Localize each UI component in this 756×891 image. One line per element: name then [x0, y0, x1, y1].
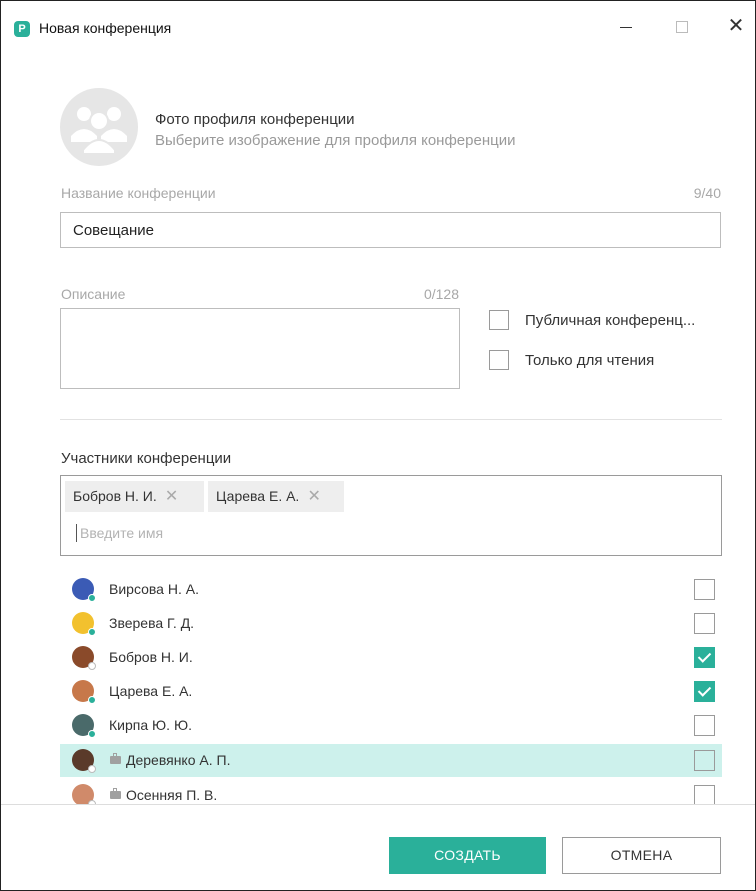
- contact-select-checkbox[interactable]: [694, 613, 715, 634]
- contact-row[interactable]: Вирсова Н. А.: [60, 573, 722, 606]
- minimize-button[interactable]: [611, 16, 641, 36]
- briefcase-icon: [110, 788, 121, 799]
- description-textarea[interactable]: [60, 308, 460, 389]
- readonly-checkbox[interactable]: [489, 350, 509, 370]
- briefcase-icon: [110, 753, 121, 764]
- contact-row[interactable]: Царева Е. А.: [60, 675, 722, 708]
- remove-chip-icon[interactable]: ✕: [303, 481, 325, 512]
- contact-name: Бобров Н. И.: [109, 649, 193, 665]
- minimize-icon: [620, 26, 632, 28]
- description-field-label: Описание: [61, 286, 126, 302]
- contact-name: Зверева Г. Д.: [109, 615, 195, 631]
- contact-name: Осенняя П. В.: [126, 787, 218, 803]
- participant-chip[interactable]: Бобров Н. И. ✕: [65, 481, 204, 512]
- contact-select-checkbox[interactable]: [694, 750, 715, 771]
- photo-section-title[interactable]: Фото профиля конференции: [155, 111, 355, 128]
- cancel-button[interactable]: ОТМЕНА: [562, 837, 721, 874]
- participants-title: Участники конференции: [61, 450, 232, 467]
- contact-select-checkbox[interactable]: [694, 579, 715, 600]
- remove-chip-icon[interactable]: ✕: [161, 481, 183, 512]
- contact-row[interactable]: Деревянко А. П.: [60, 744, 722, 777]
- contact-select-checkbox[interactable]: [694, 715, 715, 736]
- contact-select-checkbox[interactable]: [694, 681, 715, 702]
- presence-status-icon: [88, 696, 96, 704]
- contact-row[interactable]: Бобров Н. И.: [60, 641, 722, 674]
- participant-chip[interactable]: Царева Е. А. ✕: [208, 481, 344, 512]
- window-title: Новая конференция: [39, 20, 172, 36]
- presence-status-icon: [88, 730, 96, 738]
- readonly-label[interactable]: Только для чтения: [525, 352, 654, 369]
- presence-status-icon: [88, 765, 96, 773]
- maximize-icon: [676, 21, 688, 34]
- new-conference-dialog: P Новая конференция ✕ Фото профиля конфе…: [0, 0, 756, 891]
- app-logo-icon: P: [14, 21, 30, 37]
- public-conference-label[interactable]: Публичная конференц...: [525, 312, 695, 329]
- contact-name: Царева Е. А.: [109, 683, 193, 699]
- contact-name: Вирсова Н. А.: [109, 581, 199, 597]
- contact-row[interactable]: Зверева Г. Д.: [60, 607, 722, 640]
- photo-section-subtitle[interactable]: Выберите изображение для профиля конфере…: [155, 132, 515, 149]
- presence-status-icon: [88, 594, 96, 602]
- participant-chip-label: Бобров Н. И.: [73, 488, 157, 504]
- maximize-button[interactable]: [667, 16, 697, 36]
- participant-chip-label: Царева Е. А.: [216, 488, 300, 504]
- section-divider: [60, 419, 722, 420]
- participant-search-input[interactable]: Введите имя: [76, 524, 163, 542]
- title-bar: P Новая конференция ✕: [1, 1, 755, 37]
- contact-row[interactable]: Кирпа Ю. Ю.: [60, 709, 722, 742]
- contact-select-checkbox[interactable]: [694, 785, 715, 806]
- contact-name: Кирпа Ю. Ю.: [109, 717, 192, 733]
- presence-status-icon: [88, 662, 96, 670]
- contact-select-checkbox[interactable]: [694, 647, 715, 668]
- public-conference-checkbox[interactable]: [489, 310, 509, 330]
- description-char-counter: 0/128: [423, 286, 459, 302]
- participants-picker[interactable]: Бобров Н. И. ✕ Царева Е. А. ✕ Введите им…: [60, 475, 722, 556]
- name-field-label: Название конференции: [61, 185, 216, 201]
- create-button[interactable]: СОЗДАТЬ: [389, 837, 546, 874]
- presence-status-icon: [88, 628, 96, 636]
- contact-name: Деревянко А. П.: [126, 752, 231, 768]
- name-char-counter: 9/40: [693, 185, 721, 201]
- conference-photo-picker[interactable]: [60, 88, 138, 166]
- close-button[interactable]: ✕: [721, 16, 751, 36]
- conference-name-input[interactable]: Совещание: [60, 212, 721, 248]
- group-avatar-icon: [71, 107, 127, 155]
